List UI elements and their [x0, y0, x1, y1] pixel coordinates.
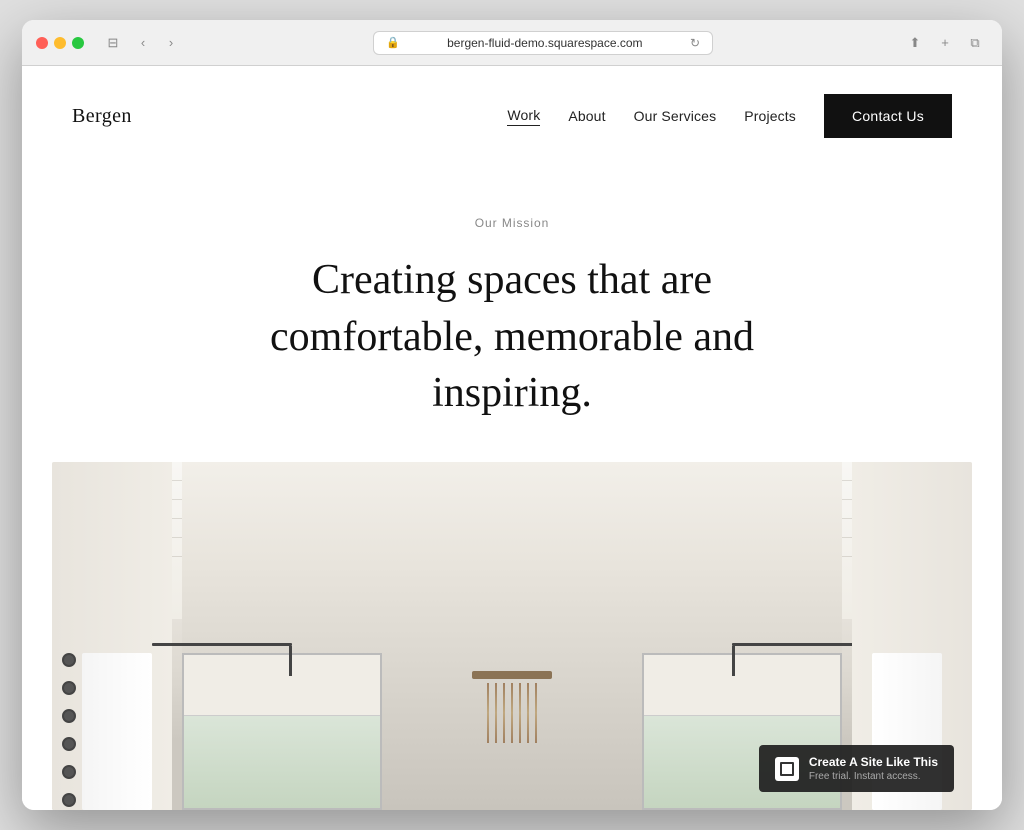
room-image: Create A Site Like This Free trial. Inst…: [52, 462, 972, 810]
badge-subtitle: Free trial. Instant access.: [809, 771, 938, 782]
nav-item-about[interactable]: About: [568, 108, 605, 124]
back-icon: ‹: [141, 35, 145, 50]
address-bar-input[interactable]: 🔒 bergen-fluid-demo.squarespace.com ↻: [373, 31, 713, 55]
macrame-string-2: [495, 683, 497, 743]
share-icon: ⬆: [910, 35, 921, 51]
site-nav: Work About Our Services Projects Contact…: [507, 94, 952, 138]
ring-2: [62, 681, 76, 695]
macrame-string-5: [519, 683, 521, 743]
ring-4: [62, 737, 76, 751]
curtain-rod-left: [152, 643, 292, 646]
share-button[interactable]: ⬆: [902, 32, 928, 54]
contact-us-button[interactable]: Contact Us: [824, 94, 952, 138]
hero-title: Creating spaces that are comfortable, me…: [252, 252, 772, 422]
curtain-rod-bracket-left: [289, 646, 292, 676]
ring-3: [62, 709, 76, 723]
forward-button[interactable]: ›: [158, 32, 184, 54]
browser-window: ⊟ ‹ › 🔒 bergen-fluid-demo.squarespace.co…: [22, 20, 1002, 810]
browser-nav: ‹ ›: [130, 32, 184, 54]
browser-controls: ⊟ ‹ ›: [100, 32, 184, 54]
macrame-decoration: [472, 671, 552, 743]
close-button[interactable]: [36, 37, 48, 49]
curtain-rod-bracket-right: [732, 646, 735, 676]
site-header: Bergen Work About Our Services Projects …: [22, 66, 1002, 166]
hero-label: Our Mission: [62, 216, 962, 230]
nav-item-our-services[interactable]: Our Services: [634, 108, 717, 124]
nav-item-projects[interactable]: Projects: [744, 108, 796, 124]
fullscreen-button[interactable]: [72, 37, 84, 49]
nav-item-work[interactable]: Work: [507, 107, 540, 126]
squarespace-badge[interactable]: Create A Site Like This Free trial. Inst…: [759, 745, 954, 792]
minimize-button[interactable]: [54, 37, 66, 49]
url-text: bergen-fluid-demo.squarespace.com: [406, 36, 684, 50]
browser-chrome: ⊟ ‹ › 🔒 bergen-fluid-demo.squarespace.co…: [22, 20, 1002, 66]
ring-1: [62, 653, 76, 667]
browser-actions: ⬆ + ⧉: [902, 32, 988, 54]
macrame-string-4: [511, 683, 513, 743]
ring-5: [62, 765, 76, 779]
curtain-rings: [62, 653, 76, 807]
forward-icon: ›: [169, 35, 173, 50]
squarespace-logo-inner: [780, 762, 794, 776]
sidebar-icon: ⊟: [108, 35, 119, 51]
squarespace-logo-icon: [775, 757, 799, 781]
macrame-string-6: [527, 683, 529, 743]
site-logo[interactable]: Bergen: [72, 105, 132, 128]
macrame-string-1: [487, 683, 489, 743]
back-button[interactable]: ‹: [130, 32, 156, 54]
curtain-fabric-left: [82, 653, 152, 810]
new-tab-icon: +: [941, 35, 949, 50]
website-content: Bergen Work About Our Services Projects …: [22, 66, 1002, 810]
address-bar: 🔒 bergen-fluid-demo.squarespace.com ↻: [194, 31, 892, 55]
macrame-bar: [472, 671, 552, 679]
window-left-blind: [184, 655, 380, 716]
windows-button[interactable]: ⧉: [962, 32, 988, 54]
lock-icon: 🔒: [386, 36, 400, 49]
badge-title: Create A Site Like This: [809, 755, 938, 769]
curtain-rod-right: [732, 643, 872, 646]
traffic-lights: [36, 37, 84, 49]
macrame-string-7: [535, 683, 537, 743]
ring-6: [62, 793, 76, 807]
room-image-section: Create A Site Like This Free trial. Inst…: [52, 462, 972, 810]
badge-text: Create A Site Like This Free trial. Inst…: [809, 755, 938, 782]
macrame-strings: [487, 683, 537, 743]
sidebar-toggle-button[interactable]: ⊟: [100, 32, 126, 54]
hero-section: Our Mission Creating spaces that are com…: [22, 166, 1002, 462]
window-right-blind: [644, 655, 840, 716]
windows-icon: ⧉: [970, 35, 979, 51]
macrame-string-3: [503, 683, 505, 743]
refresh-icon[interactable]: ↻: [690, 36, 700, 50]
new-tab-button[interactable]: +: [932, 32, 958, 54]
window-left: [182, 653, 382, 810]
